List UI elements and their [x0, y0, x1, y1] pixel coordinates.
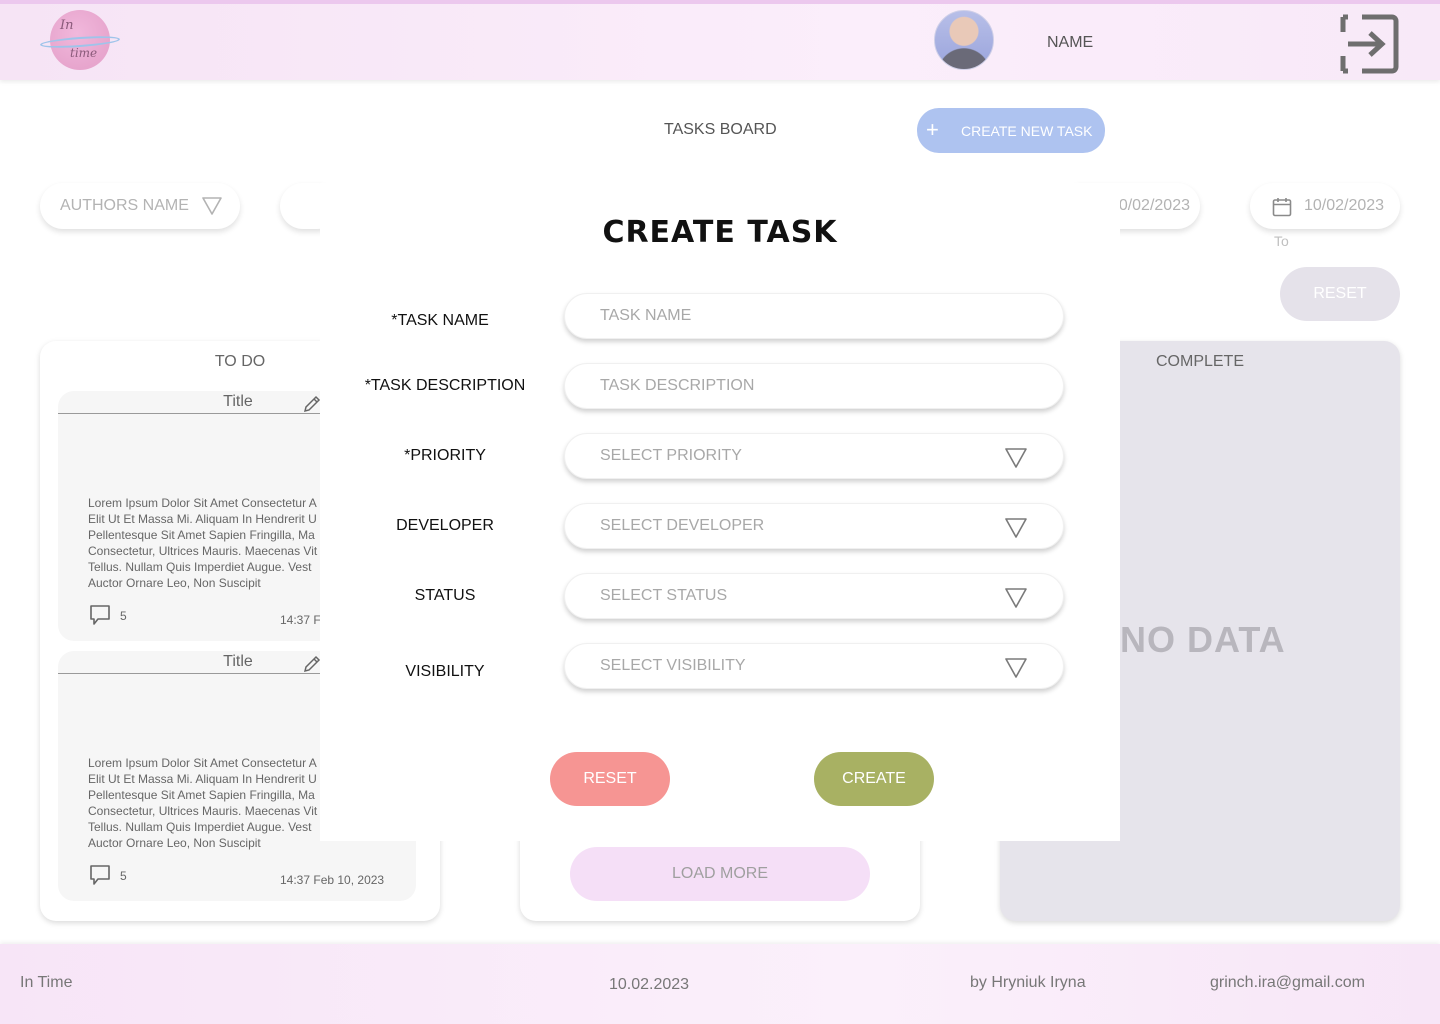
logo-text-bottom: time [70, 46, 98, 60]
modal-reset-button[interactable]: RESET [550, 752, 670, 806]
date-to-filter[interactable]: 10/02/2023 [1250, 183, 1400, 229]
filter-reset-button[interactable]: RESET [1280, 267, 1400, 321]
date-to-value: 10/02/2023 [1304, 197, 1385, 214]
visibility-placeholder: SELECT VISIBILITY [600, 657, 746, 674]
tasks-board-title: TASKS BOARD [664, 121, 777, 138]
chevron-down-icon [1005, 448, 1027, 468]
create-task-modal: CREATE TASK *TASK NAME TASK NAME *TASK D… [320, 183, 1120, 841]
task-name-placeholder: TASK NAME [600, 307, 692, 324]
status-placeholder: SELECT STATUS [600, 587, 728, 604]
create-new-task-label: CREATE NEW TASK [961, 122, 1093, 139]
task-name-input[interactable]: TASK NAME [564, 293, 1064, 339]
author-filter[interactable]: AUTHORS NAME [40, 183, 240, 229]
modal-title: CREATE TASK [602, 215, 838, 250]
footer-email[interactable]: grinch.ira@gmail.com [1210, 974, 1365, 992]
user-avatar[interactable] [934, 10, 994, 70]
task-description-label: *TASK DESCRIPTION [364, 377, 526, 394]
developer-select[interactable]: SELECT DEVELOPER [564, 503, 1064, 549]
task-description-input[interactable]: TASK DESCRIPTION [564, 363, 1064, 409]
comment-icon[interactable] [90, 605, 110, 625]
plus-icon: + [926, 117, 939, 142]
task-card-date: 14:37 F [280, 613, 321, 627]
edit-icon[interactable] [303, 395, 321, 413]
visibility-label: VISIBILITY [405, 663, 485, 680]
comment-count: 5 [120, 869, 127, 883]
chevron-down-icon [1005, 588, 1027, 608]
status-label: STATUS [414, 587, 476, 604]
user-name[interactable]: NAME [1047, 34, 1093, 52]
edit-icon[interactable] [303, 655, 321, 673]
developer-label: DEVELOPER [396, 517, 494, 534]
app-footer: In Time 10.02.2023 by Hryniuk Iryna grin… [0, 944, 1440, 1024]
footer-author: by Hryniuk Iryna [970, 974, 1086, 991]
comment-icon[interactable] [90, 865, 110, 885]
priority-select[interactable]: SELECT PRIORITY [564, 433, 1064, 479]
status-select[interactable]: SELECT STATUS [564, 573, 1064, 619]
app-header: In time NAME [0, 0, 1440, 80]
create-new-task-button[interactable]: + CREATE NEW TASK [917, 108, 1105, 153]
calendar-icon [1272, 198, 1292, 217]
modal-create-button[interactable]: CREATE [814, 752, 934, 806]
no-data-message: NO DATA [1120, 619, 1286, 660]
chevron-down-icon [1005, 658, 1027, 678]
comment-count: 5 [120, 609, 127, 623]
author-filter-placeholder: AUTHORS NAME [60, 197, 189, 214]
logout-icon[interactable] [1340, 14, 1400, 74]
chevron-down-icon [1005, 518, 1027, 538]
task-card-date: 14:37 Feb 10, 2023 [280, 873, 385, 887]
task-name-label: *TASK NAME [391, 312, 489, 329]
visibility-select[interactable]: SELECT VISIBILITY [564, 643, 1064, 689]
date-from-value: 0/02/2023 [1118, 197, 1190, 214]
load-more-button[interactable]: LOAD MORE [570, 847, 870, 901]
footer-app-name: In Time [20, 974, 73, 991]
priority-label: *PRIORITY [404, 447, 486, 464]
developer-placeholder: SELECT DEVELOPER [600, 517, 765, 534]
task-description-placeholder: TASK DESCRIPTION [600, 377, 755, 394]
priority-placeholder: SELECT PRIORITY [600, 447, 742, 464]
footer-date: 10.02.2023 [609, 976, 690, 993]
logo-text-top: In [60, 18, 74, 33]
chevron-down-icon [202, 197, 222, 215]
date-to-label: To [1274, 233, 1289, 249]
